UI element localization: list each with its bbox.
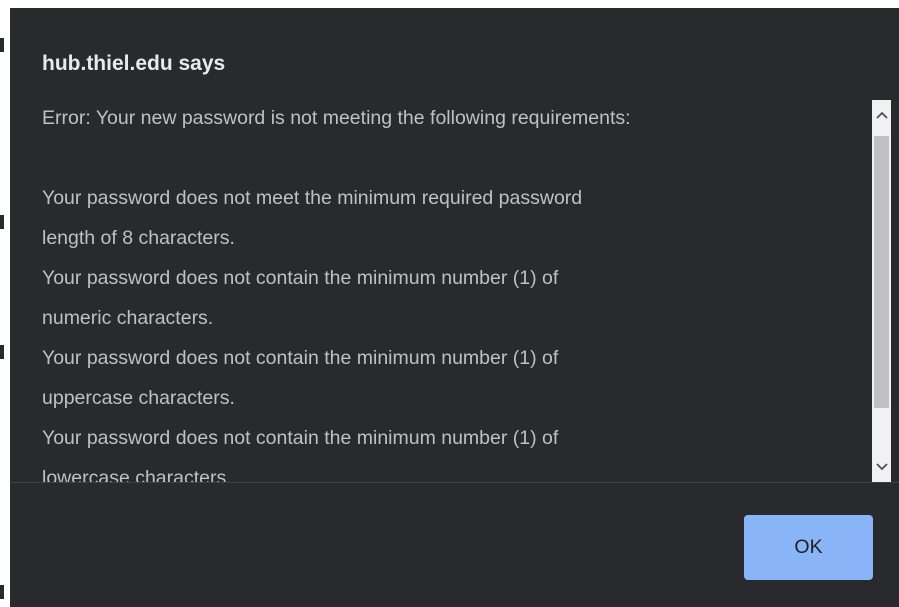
background-mark	[0, 345, 4, 359]
background-mark	[0, 585, 4, 599]
message-line: Your password does not meet the minimum …	[42, 187, 583, 209]
alert-dialog: hub.thiel.edu says Error: Your new passw…	[10, 8, 899, 607]
message-line: Your password does not contain the minim…	[42, 267, 559, 289]
chevron-down-icon	[875, 463, 888, 471]
background-mark	[0, 38, 4, 52]
background-mark	[0, 215, 4, 229]
message-line: lowercase characters.	[42, 467, 232, 482]
scroll-up-button[interactable]	[872, 100, 891, 130]
message-line: uppercase characters.	[42, 387, 235, 409]
message-scrollbar[interactable]	[872, 100, 891, 482]
dialog-message: Error: Your new password is not meeting …	[42, 98, 867, 482]
scrollbar-thumb[interactable]	[874, 136, 889, 408]
scroll-down-button[interactable]	[872, 452, 891, 482]
message-line: Error: Your new password is not meeting …	[42, 107, 631, 129]
dialog-divider	[10, 482, 899, 483]
message-line: Your password does not contain the minim…	[42, 347, 559, 369]
message-line: numeric characters.	[42, 307, 214, 329]
message-line: Your password does not contain the minim…	[42, 427, 559, 449]
page-background-edge	[0, 0, 10, 607]
chevron-up-icon	[875, 111, 888, 119]
ok-button[interactable]: OK	[744, 515, 873, 580]
message-line: length of 8 characters.	[42, 227, 235, 249]
dialog-title: hub.thiel.edu says	[42, 52, 226, 75]
